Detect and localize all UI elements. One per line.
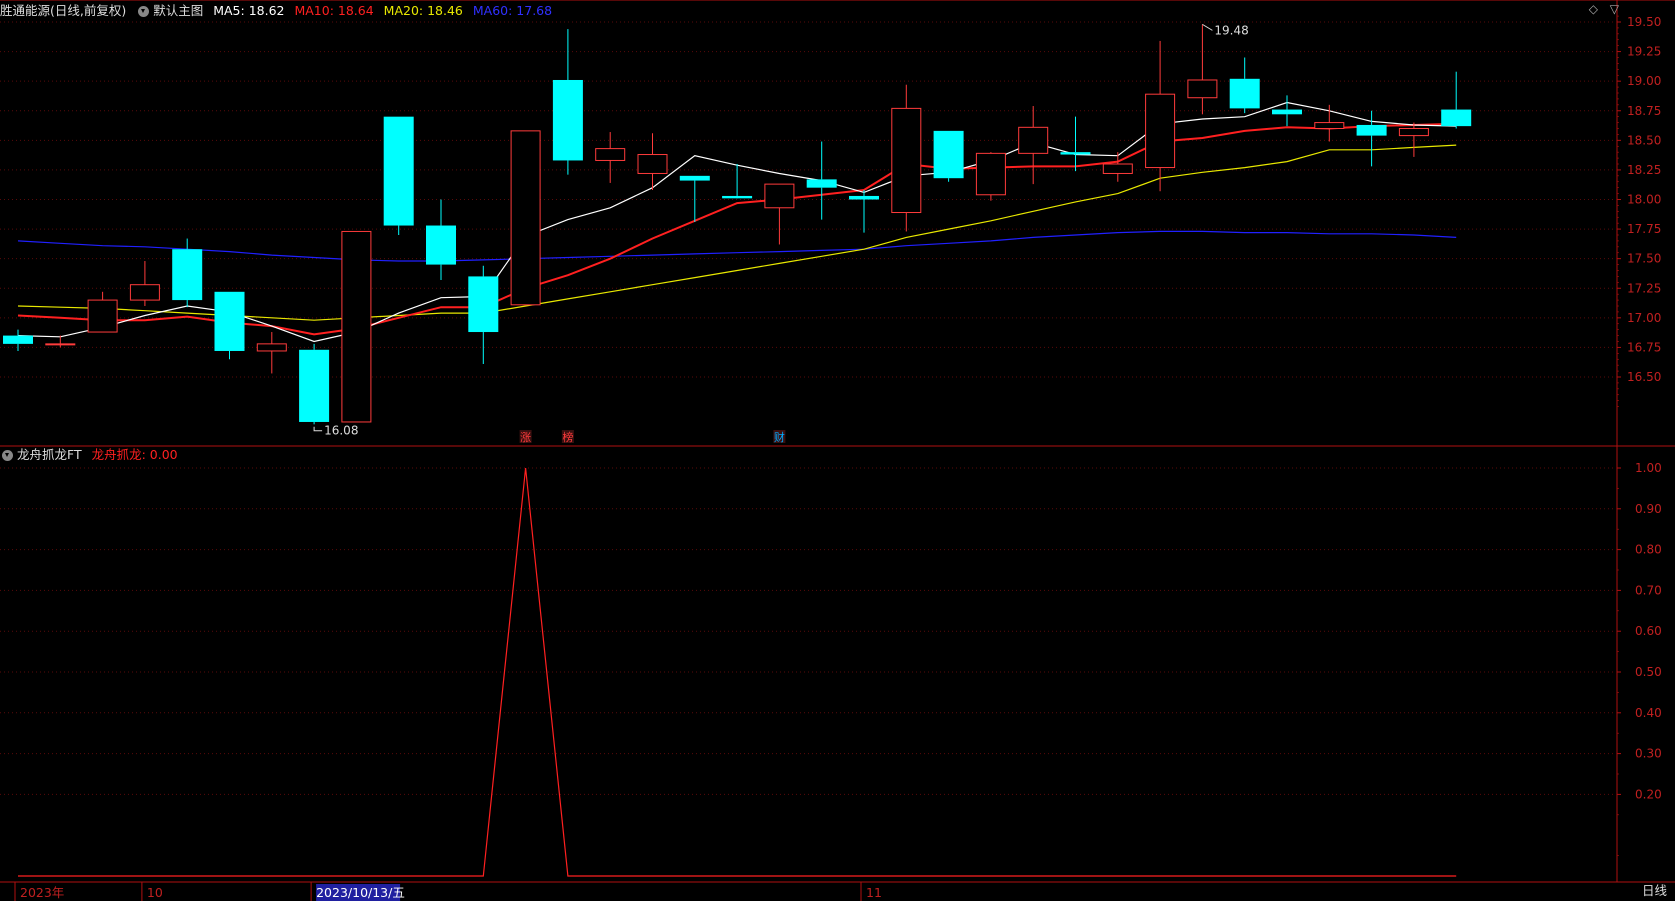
candle-body-down (1229, 78, 1260, 109)
ma60-label: MA60: 17.68 (472, 3, 553, 18)
candle-body-down (1060, 152, 1091, 155)
indicator-tick-label: 0.40 (1635, 706, 1662, 720)
candle-body-up (1187, 79, 1218, 99)
event-marker-label: 财 (774, 430, 785, 444)
price-tick-label: 19.00 (1627, 74, 1661, 88)
candle-body-up (1102, 163, 1133, 174)
price-tick-label: 17.25 (1627, 281, 1661, 295)
main-chart-name[interactable]: 默认主图 (153, 3, 203, 18)
price-tick-label: 17.50 (1627, 252, 1661, 266)
date-label: 10 (147, 885, 163, 900)
candle-body-up (1018, 126, 1049, 154)
indicator-tick-label: 0.20 (1635, 787, 1662, 801)
candle-body-down (214, 291, 245, 351)
indicator-name[interactable]: 龙舟抓龙FT (17, 447, 82, 462)
main-chart-header: 胜通能源(日线,前复权) 默认主图 MA5: 18.62 MA10: 18.64… (0, 0, 558, 22)
date-label: 2023年 (20, 885, 64, 900)
indicator-tick-label: 0.60 (1635, 624, 1662, 638)
price-tick-label: 18.50 (1627, 133, 1661, 147)
candle-body-down (3, 335, 33, 344)
chart-tools: ◇ ▽ (1581, 2, 1619, 16)
candle-body-up (510, 130, 541, 306)
candle-body-up (1398, 128, 1429, 137)
indicator-header: 龙舟抓龙FT 龙舟抓龙: 0.00 (0, 444, 184, 466)
indicator-tick-label: 0.80 (1635, 543, 1662, 557)
candle-body-up (341, 230, 372, 423)
indicator-tick-label: 0.30 (1635, 747, 1662, 761)
chart-canvas[interactable]: 19.50 19.25 19.00 18.75 18.50 18.25 18.00 17.75… (0, 0, 1675, 901)
candle-body-down (552, 79, 583, 161)
ma60-line (17, 230, 1457, 262)
candle-body-down (172, 249, 203, 301)
candle-body-down (426, 225, 456, 265)
candle-body-up (637, 154, 668, 174)
triangle-down-icon[interactable]: ▽ (1610, 2, 1619, 16)
ma20-label: MA20: 18.46 (383, 3, 463, 18)
indicator-tick-label: 0.50 (1635, 665, 1662, 679)
candle-body-down (383, 116, 414, 226)
diamond-icon[interactable]: ◇ (1589, 2, 1598, 16)
candle-body-up (764, 183, 795, 209)
chevron-down-icon[interactable] (138, 6, 150, 17)
price-tick-label: 17.75 (1627, 222, 1661, 236)
price-tick-label: 17.00 (1627, 311, 1661, 325)
period-button[interactable]: 日线 (1642, 880, 1667, 899)
date-label: 11 (866, 885, 882, 900)
event-marker-label: 涨 (520, 431, 531, 444)
candle-body-down (722, 195, 753, 199)
candle-body-down (1272, 109, 1302, 115)
price-tick-label: 18.25 (1627, 163, 1661, 177)
ma5-label: MA5: 18.62 (213, 3, 285, 18)
candle-body-up (1314, 122, 1345, 130)
candle-body-down (1441, 109, 1472, 127)
chevron-down-icon[interactable] (2, 450, 13, 461)
price-tick-label: 19.25 (1627, 45, 1661, 59)
date-label: 2023/10/13/五 (316, 885, 405, 900)
high-price-label: 19.48 (1214, 23, 1248, 37)
low-marker-arrow (313, 426, 323, 432)
candle-body-down (806, 179, 837, 188)
indicator-tick-label: 0.90 (1635, 502, 1662, 516)
candle-body-up (975, 152, 1006, 196)
candle-body-up (1145, 93, 1176, 169)
candle-body-up (595, 148, 626, 161)
price-tick-label: 16.75 (1627, 340, 1661, 354)
candle-body-up (87, 299, 118, 333)
indicator-tick-label: 1.00 (1635, 461, 1662, 475)
candle-body-down (1356, 124, 1387, 136)
candle-body-up (129, 284, 160, 301)
ma10-label: MA10: 18.64 (294, 3, 374, 18)
candle-body-down (468, 276, 499, 333)
indicator-tick-label: 0.70 (1635, 583, 1662, 597)
candle-body-down (849, 195, 879, 200)
price-tick-label: 18.75 (1627, 104, 1661, 118)
event-marker-label: 榜 (562, 430, 573, 444)
candle-body-down (299, 349, 330, 422)
candle-body-up (891, 107, 922, 214)
candle-body-down (679, 175, 710, 181)
price-tick-label: 19.50 (1627, 15, 1661, 29)
price-tick-label: 18.00 (1627, 193, 1661, 207)
low-price-label: 16.08 (324, 424, 358, 438)
candle-body-up (45, 343, 76, 346)
stock-title[interactable]: 胜通能源(日线,前复权) (0, 3, 126, 18)
candle-body-up (256, 343, 287, 352)
candle-body-down (933, 130, 964, 179)
indicator-value: 龙舟抓龙: 0.00 (91, 447, 178, 462)
price-tick-label: 16.50 (1627, 370, 1661, 384)
high-marker-arrow (1202, 23, 1213, 31)
